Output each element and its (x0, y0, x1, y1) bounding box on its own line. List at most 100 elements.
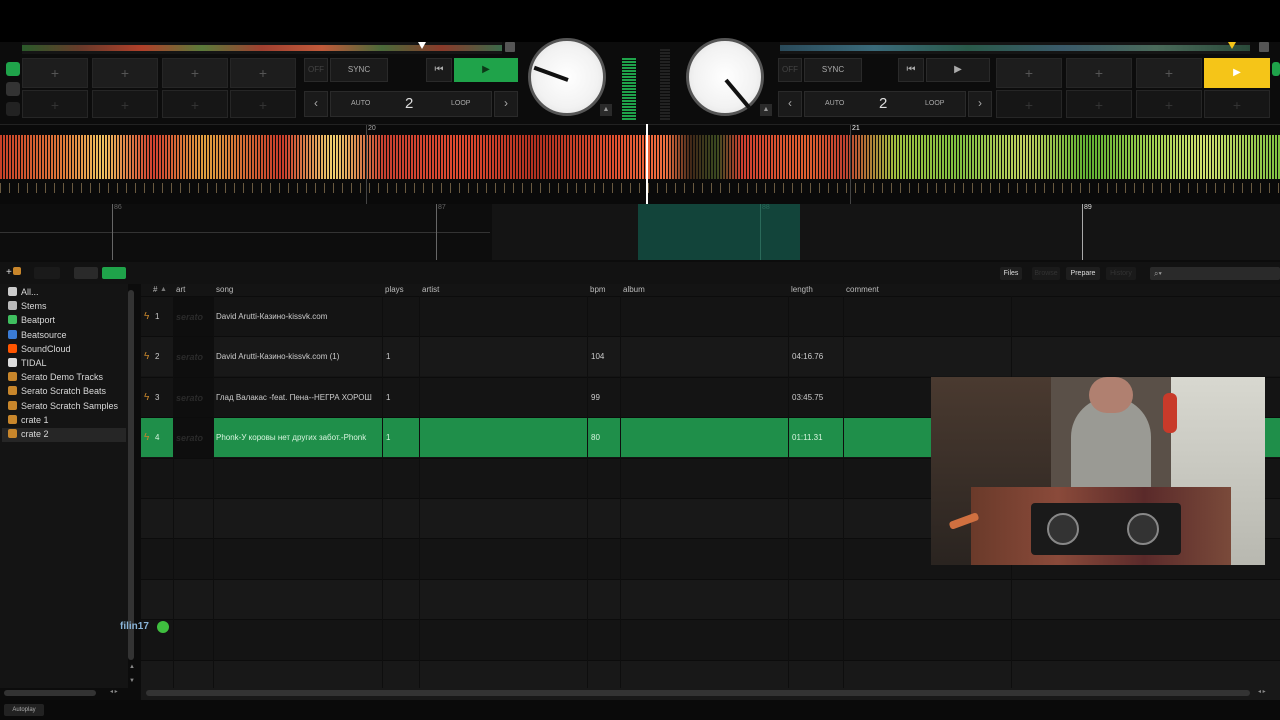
beatsource-icon (8, 329, 17, 339)
track-plays (386, 297, 416, 337)
panel-toggle-icon[interactable] (6, 62, 20, 76)
col-header-artist[interactable]: artist (422, 284, 439, 296)
smart-crate-icon[interactable] (34, 267, 60, 279)
loop-label[interactable]: LOOP (451, 92, 470, 116)
main-waveform[interactable]: 20 21 (0, 124, 1280, 205)
cue-pad-5[interactable]: + (22, 90, 88, 118)
track-flag-icon: ϟ (144, 432, 150, 444)
level-meter (622, 58, 636, 120)
sidebar-item-serato-demo-tracks[interactable]: Serato Demo Tracks (8, 370, 103, 384)
cue-pad-6[interactable]: + (92, 90, 158, 118)
sort-icon[interactable]: ▲ (160, 284, 167, 296)
cue-pad-8[interactable]: + (230, 90, 296, 118)
sync-off-button[interactable]: OFF (304, 58, 328, 82)
loop-control: AUTO 2 LOOP (804, 91, 966, 117)
sidebar-item-soundcloud[interactable]: SoundCloud (8, 342, 71, 356)
table-row[interactable]: ϟ 2 serato David Arutti-Казино-kissvk.com (… (141, 336, 1280, 378)
previous-track-button[interactable]: ⏮ (426, 58, 452, 82)
col-header-album[interactable]: album (623, 284, 645, 296)
col-header-bpm[interactable]: bpm (590, 284, 606, 296)
scroll-left-icon[interactable]: ◂ ▸ (110, 688, 118, 695)
sync-off-button[interactable]: OFF (778, 58, 802, 82)
beatport-icon (8, 315, 17, 325)
play-button[interactable]: ▶ (926, 58, 990, 82)
menu-icon[interactable] (6, 82, 20, 96)
loop-halve-button[interactable]: ‹ (778, 91, 802, 117)
deck-right-overview[interactable] (780, 42, 1250, 54)
top-bar (0, 0, 1280, 42)
album-art: serato (174, 418, 213, 459)
scroll-right-icon[interactable]: ◂ ▸ (1258, 688, 1266, 695)
col-header-length[interactable]: length (791, 284, 813, 296)
tab-prepare[interactable]: Prepare (1066, 267, 1100, 280)
auto-loop-label[interactable]: AUTO (825, 92, 844, 116)
table-row[interactable] (141, 578, 1280, 619)
tab-browse[interactable]: Browse (1032, 267, 1060, 280)
sidebar-hscrollbar[interactable] (4, 690, 96, 696)
eject-icon[interactable]: ▲ (600, 104, 612, 116)
scroll-up-icon[interactable]: ▲ (129, 664, 135, 670)
tab-history[interactable]: History (1106, 267, 1136, 280)
cue-pad-5[interactable]: + (996, 90, 1062, 118)
col-header-song[interactable]: song (216, 284, 233, 296)
track-bpm: 104 (591, 352, 605, 362)
sidebar-item-beatsource[interactable]: Beatsource (8, 328, 67, 342)
eject-icon[interactable]: ▲ (760, 104, 772, 116)
col-header-plays[interactable]: plays (385, 284, 404, 296)
cue-pad-3[interactable]: + (1136, 58, 1202, 88)
autoplay-button[interactable]: Autoplay (4, 704, 44, 716)
sync-button[interactable]: SYNC (804, 58, 862, 82)
loop-double-button[interactable]: › (494, 91, 518, 117)
deck-left-overview[interactable] (22, 42, 502, 54)
cue-pad-2[interactable]: + (92, 58, 158, 88)
table-hscrollbar[interactable] (146, 690, 1250, 696)
table-row[interactable] (141, 619, 1280, 659)
cue-pad-2[interactable]: + (1066, 58, 1132, 88)
table-row[interactable]: ϟ 1 serato David Arutti-Казино-kissvk.com (141, 296, 1280, 337)
sidebar-scrollbar[interactable] (128, 290, 134, 660)
cue-pad-1[interactable]: + (22, 58, 88, 88)
track-song: Глад Валакас -feat. Пена--НЕГРА ХОРОШ (216, 392, 372, 402)
cue-pad-7[interactable]: + (1136, 90, 1202, 118)
detail-view-icon[interactable] (102, 267, 126, 279)
sidebar-item-stems[interactable]: Stems (8, 299, 47, 313)
sidebar-item-serato-scratch-beats[interactable]: Serato Scratch Beats (8, 384, 106, 398)
deck-right-platter[interactable] (686, 38, 764, 116)
cue-pad-3[interactable]: + (162, 58, 228, 88)
cue-pad-8[interactable]: + (1204, 90, 1270, 118)
scroll-down-icon[interactable]: ▼ (129, 678, 135, 684)
search-input[interactable]: ⌕▾ (1150, 267, 1280, 280)
chat-username: filin17 (120, 621, 149, 632)
refresh-icon[interactable] (6, 102, 20, 116)
col-header-comment[interactable]: comment (846, 284, 879, 296)
deck-left-platter[interactable] (528, 38, 606, 116)
sidebar-item-tidal[interactable]: TIDAL (8, 356, 47, 370)
loop-double-button[interactable]: › (968, 91, 992, 117)
bar-marker: 21 (852, 125, 860, 132)
col-header-number[interactable]: # (153, 284, 157, 296)
loop-label[interactable]: LOOP (925, 92, 944, 116)
previous-track-button[interactable]: ⏮ (898, 58, 924, 82)
cue-pad-1[interactable]: + (996, 58, 1062, 88)
sidebar-item-all[interactable]: All... (8, 285, 39, 299)
cue-pad-4-active[interactable]: ▶ (1204, 58, 1270, 88)
sidebar-item-crate-2[interactable]: crate 2 (8, 427, 49, 441)
add-crate-icon[interactable]: + (6, 267, 28, 279)
calendar-icon[interactable] (1259, 42, 1269, 52)
sync-button[interactable]: SYNC (330, 58, 388, 82)
cue-pad-4[interactable]: + (230, 58, 296, 88)
tab-files[interactable]: Files (1000, 267, 1022, 280)
loop-halve-button[interactable]: ‹ (304, 91, 328, 117)
sidebar-item-serato-scratch-samples[interactable]: Serato Scratch Samples (8, 399, 118, 413)
calendar-icon[interactable] (505, 42, 515, 52)
sidebar-item-crate-1[interactable]: crate 1 (8, 413, 49, 427)
cue-pad-6[interactable]: + (1066, 90, 1132, 118)
play-button[interactable]: ▶ (454, 58, 518, 82)
list-view-icon[interactable] (74, 267, 98, 279)
panel-toggle-icon[interactable] (1272, 62, 1280, 76)
auto-loop-label[interactable]: AUTO (351, 92, 370, 116)
beat-grid[interactable]: 86 87 88 89 (0, 204, 1280, 260)
cue-pad-7[interactable]: + (162, 90, 228, 118)
col-header-art[interactable]: art (176, 284, 185, 296)
sidebar-item-beatport[interactable]: Beatport (8, 313, 55, 327)
